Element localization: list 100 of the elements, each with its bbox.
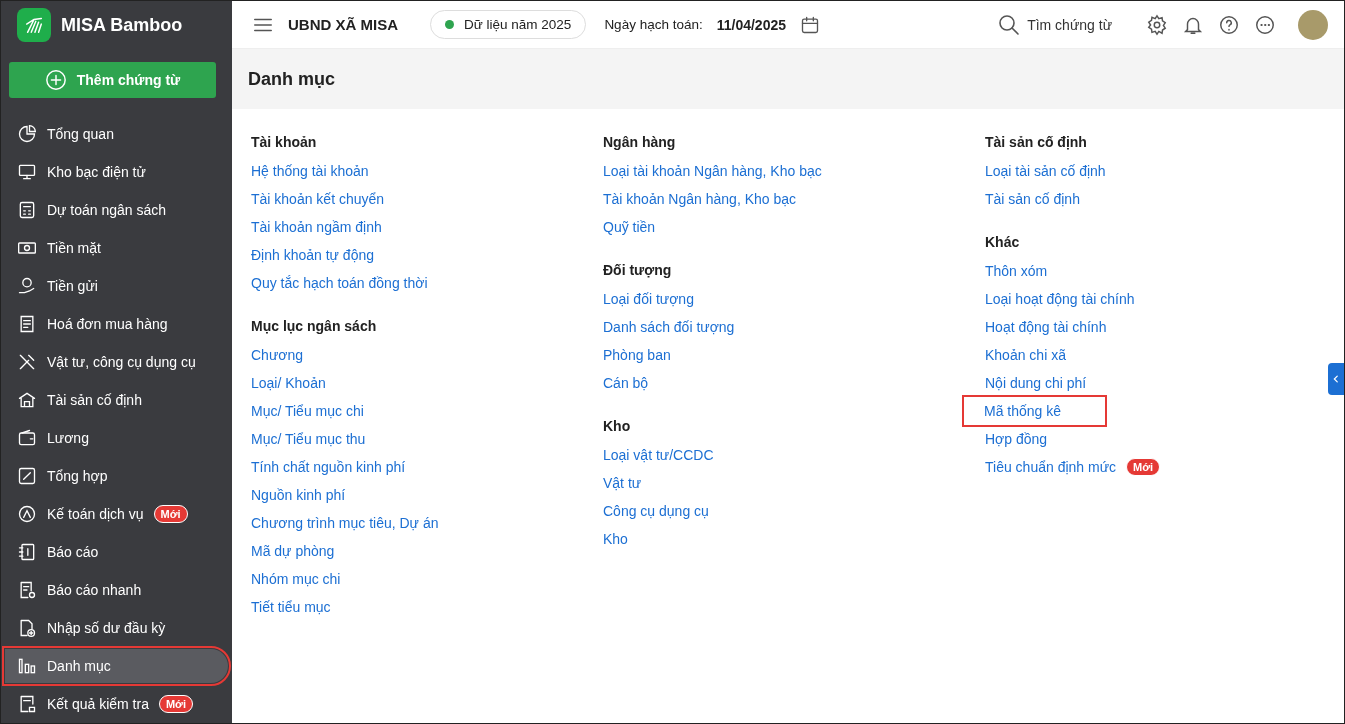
sidebar-item[interactable]: Tài sản cố định xyxy=(5,383,222,417)
catalog-link[interactable]: Nội dung chi phí xyxy=(985,375,1087,391)
more-icon[interactable] xyxy=(1254,13,1276,36)
catalog-link[interactable]: Mục/ Tiểu mục chi xyxy=(251,403,364,419)
add-document-button[interactable]: Thêm chứng từ xyxy=(9,62,216,98)
catalog-link[interactable]: Khoản chi xã xyxy=(985,347,1066,363)
search-field[interactable]: Tìm chứng từ xyxy=(997,12,1112,37)
sidebar-item[interactable]: Danh mục xyxy=(5,649,228,683)
catalog-link[interactable]: Nguồn kinh phí xyxy=(251,487,346,503)
catalog-link[interactable]: Mục/ Tiểu mục thu xyxy=(251,431,366,447)
catalog-link[interactable]: Hợp đồng xyxy=(985,431,1048,447)
sidebar-item-label: Tổng quan xyxy=(47,126,114,142)
catalog-link[interactable]: Tài khoản Ngân hàng, Kho bạc xyxy=(603,191,797,207)
catalog-link[interactable]: Tiết tiểu mục xyxy=(251,599,331,615)
section-heading: Ngân hàng xyxy=(603,133,677,152)
catalog-link[interactable]: Hoạt động tài chính xyxy=(985,319,1107,335)
organization-name: UBND XÃ MISA xyxy=(288,16,398,33)
sidebar-item-label: Dự toán ngân sách xyxy=(47,202,167,218)
sidebar-item[interactable]: Lương xyxy=(5,421,222,455)
catalog-link[interactable]: Danh sách đối tượng xyxy=(603,319,735,335)
monitor-icon xyxy=(17,162,37,182)
date-label: Ngày hạch toán: xyxy=(604,17,703,32)
catalog-link[interactable]: Công cụ dụng cụ xyxy=(603,503,709,519)
sidebar-item-label: Tổng hợp xyxy=(47,468,108,484)
sidebar-item[interactable]: Báo cáo xyxy=(5,535,222,569)
catalog-link[interactable]: Tài khoản ngầm định xyxy=(251,219,382,235)
catalog-link[interactable]: Chương trình mục tiêu, Dự án xyxy=(251,515,439,531)
pie-chart-icon xyxy=(17,124,37,144)
dollar-book-icon xyxy=(17,542,37,562)
sidebar-item[interactable]: Kết quả kiểm tra Mới xyxy=(5,687,222,721)
chevron-left-icon xyxy=(1331,374,1341,384)
plus-circle-icon xyxy=(44,69,67,91)
sidebar-item[interactable]: Nhập số dư đầu kỳ xyxy=(5,611,222,645)
catalog-link[interactable]: Loại tài sản cố định xyxy=(985,163,1106,179)
sidebar-item[interactable]: Tổng hợp xyxy=(5,459,222,493)
catalog-link[interactable]: Tính chất nguồn kinh phí xyxy=(251,459,406,475)
catalog-link[interactable]: Thôn xóm xyxy=(985,263,1048,279)
section-heading: Đối tượng xyxy=(603,261,673,280)
collapse-panel-button[interactable] xyxy=(1328,363,1344,395)
wallet-icon xyxy=(17,428,37,448)
sidebar-item-label: Hoá đơn mua hàng xyxy=(47,316,168,332)
sidebar-item-label: Báo cáo nhanh xyxy=(47,582,142,598)
app-name: MISA Bamboo xyxy=(61,14,183,36)
sidebar-item[interactable]: Báo cáo nhanh xyxy=(5,573,222,607)
search-icon xyxy=(997,12,1022,37)
sidebar-item[interactable]: Kế toán dịch vụ Mới xyxy=(5,497,222,531)
building-icon xyxy=(17,390,37,410)
sidebar-item-label: Kho bạc điện tử xyxy=(47,164,146,180)
section-heading: Mục lục ngân sách xyxy=(251,317,378,336)
circle-logo-icon xyxy=(17,504,37,524)
sidebar-item[interactable]: Tiền mặt xyxy=(5,231,222,265)
catalog-link[interactable]: Cán bộ xyxy=(603,375,649,391)
catalog-link[interactable]: Loại hoạt động tài chính xyxy=(985,291,1135,307)
catalog-link[interactable]: Mã thống kê xyxy=(964,397,1106,425)
sidebar-item[interactable]: Hoá đơn mua hàng xyxy=(5,307,222,341)
sidebar-item[interactable]: Kho bạc điện tử xyxy=(5,155,222,189)
sidebar-item-label: Kế toán dịch vụ xyxy=(47,506,144,522)
catalog-link[interactable]: Phòng ban xyxy=(603,347,671,363)
catalog-link[interactable]: Quỹ tiền xyxy=(603,219,656,235)
sidebar-item[interactable]: Vật tư, công cụ dụng cụ xyxy=(5,345,222,379)
sidebar-item-label: Kết quả kiểm tra xyxy=(47,696,149,712)
catalog-link[interactable]: Định khoản tự động xyxy=(251,247,374,263)
catalog-link[interactable]: Tài sản cố định xyxy=(985,191,1080,207)
catalog-link[interactable]: Mã dự phòng xyxy=(251,543,335,559)
sidebar-item-label: Tài sản cố định xyxy=(47,392,142,408)
sidebar-item-label: Vật tư, công cụ dụng cụ xyxy=(47,354,196,370)
sidebar-item-label: Danh mục xyxy=(47,658,111,674)
sidebar-item-label: Báo cáo xyxy=(47,544,99,560)
posting-date: 11/04/2025 xyxy=(716,16,786,33)
section-heading: Khác xyxy=(985,233,1021,252)
new-badge: Mới xyxy=(158,695,193,713)
page-title: Danh mục xyxy=(248,68,335,90)
sidebar-item-label: Nhập số dư đầu kỳ xyxy=(47,620,166,636)
catalog-link[interactable]: Tiêu chuẩn định mức xyxy=(985,459,1117,475)
catalog-link[interactable]: Nhóm mục chi xyxy=(251,571,341,587)
section-heading: Tài khoản xyxy=(251,133,318,152)
calculator-icon xyxy=(17,200,37,220)
new-badge: Mới xyxy=(1126,458,1161,476)
settings-icon[interactable] xyxy=(1146,13,1168,36)
catalog-link[interactable]: Chương xyxy=(251,347,304,363)
catalog-link[interactable]: Hệ thống tài khoản xyxy=(251,163,369,179)
sidebar-item[interactable]: Tiền gửi xyxy=(5,269,222,303)
catalog-link[interactable]: Tài khoản kết chuyển xyxy=(251,191,385,207)
catalog-link[interactable]: Vật tư xyxy=(603,475,642,491)
bar-columns-icon xyxy=(17,656,37,676)
catalog-link[interactable]: Loại đối tượng xyxy=(603,291,694,307)
coin-hand-icon xyxy=(17,276,37,296)
catalog-link[interactable]: Quy tắc hạch toán đồng thời xyxy=(251,275,428,291)
new-badge: Mới xyxy=(153,505,188,523)
catalog-link[interactable]: Loại/ Khoản xyxy=(251,375,326,391)
calendar-icon[interactable] xyxy=(800,14,820,35)
sidebar-item[interactable]: Tổng quan xyxy=(5,117,222,151)
sidebar-item-label: Tiền gửi xyxy=(47,278,98,294)
avatar[interactable] xyxy=(1298,9,1328,40)
section-heading: Kho xyxy=(603,417,632,436)
catalog-link[interactable]: Kho xyxy=(603,531,628,547)
help-icon[interactable] xyxy=(1218,13,1240,36)
catalog-link[interactable]: Loại vật tư/CCDC xyxy=(603,447,714,463)
catalog-link[interactable]: Loại tài khoản Ngân hàng, Kho bạc xyxy=(603,163,822,179)
sidebar-item[interactable]: Dự toán ngân sách xyxy=(5,193,222,227)
